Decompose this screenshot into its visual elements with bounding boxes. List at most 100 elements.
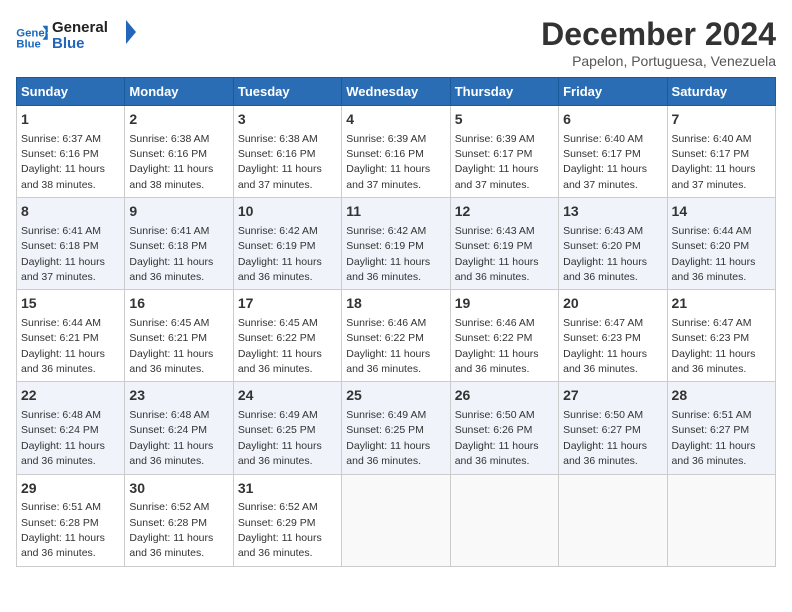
day-info: Sunrise: 6:37 AMSunset: 6:16 PMDaylight:… [21, 133, 105, 191]
day-number: 29 [21, 479, 120, 499]
day-info: Sunrise: 6:38 AMSunset: 6:16 PMDaylight:… [238, 133, 322, 191]
day-info: Sunrise: 6:46 AMSunset: 6:22 PMDaylight:… [455, 317, 539, 375]
day-info: Sunrise: 6:42 AMSunset: 6:19 PMDaylight:… [238, 225, 322, 283]
header-sunday: Sunday [17, 78, 125, 106]
day-info: Sunrise: 6:49 AMSunset: 6:25 PMDaylight:… [238, 409, 322, 467]
day-info: Sunrise: 6:41 AMSunset: 6:18 PMDaylight:… [21, 225, 105, 283]
calendar-cell [342, 474, 450, 566]
calendar-cell: 28Sunrise: 6:51 AMSunset: 6:27 PMDayligh… [667, 382, 775, 474]
svg-text:Blue: Blue [52, 35, 85, 52]
day-info: Sunrise: 6:52 AMSunset: 6:29 PMDaylight:… [238, 501, 322, 559]
calendar-cell: 14 Sunrise: 6:44 AMSunset: 6:20 PMDayligh… [667, 198, 775, 290]
calendar-cell: 12 Sunrise: 6:43 AMSunset: 6:19 PMDayligh… [450, 198, 558, 290]
calendar-cell: 2 Sunrise: 6:38 AMSunset: 6:16 PMDaylight… [125, 106, 233, 198]
day-info: Sunrise: 6:50 AMSunset: 6:27 PMDaylight:… [563, 409, 647, 467]
day-number: 10 [238, 202, 337, 222]
day-number: 24 [238, 386, 337, 406]
calendar-cell: 26 Sunrise: 6:50 AMSunset: 6:26 PMDayligh… [450, 382, 558, 474]
day-info: Sunrise: 6:51 AMSunset: 6:28 PMDaylight:… [21, 501, 105, 559]
calendar-cell: 11 Sunrise: 6:42 AMSunset: 6:19 PMDayligh… [342, 198, 450, 290]
day-info: Sunrise: 6:52 AMSunset: 6:28 PMDaylight:… [129, 501, 213, 559]
logo-icon: General Blue [16, 24, 48, 52]
svg-text:General: General [16, 27, 48, 39]
day-info: Sunrise: 6:45 AMSunset: 6:22 PMDaylight:… [238, 317, 322, 375]
day-number: 17 [238, 294, 337, 314]
logo: General Blue General Blue [16, 16, 142, 59]
day-info: Sunrise: 6:43 AMSunset: 6:20 PMDaylight:… [563, 225, 647, 283]
day-info: Sunrise: 6:39 AMSunset: 6:16 PMDaylight:… [346, 133, 430, 191]
day-info: Sunrise: 6:48 AMSunset: 6:24 PMDaylight:… [21, 409, 105, 467]
day-info: Sunrise: 6:50 AMSunset: 6:26 PMDaylight:… [455, 409, 539, 467]
day-number: 3 [238, 110, 337, 130]
day-number: 31 [238, 479, 337, 499]
week-row-5: 29Sunrise: 6:51 AMSunset: 6:28 PMDayligh… [17, 474, 776, 566]
calendar-cell: 23 Sunrise: 6:48 AMSunset: 6:24 PMDayligh… [125, 382, 233, 474]
day-info: Sunrise: 6:46 AMSunset: 6:22 PMDaylight:… [346, 317, 430, 375]
day-number: 19 [455, 294, 554, 314]
calendar-cell: 3 Sunrise: 6:38 AMSunset: 6:16 PMDaylight… [233, 106, 341, 198]
calendar-cell: 21Sunrise: 6:47 AMSunset: 6:23 PMDayligh… [667, 290, 775, 382]
calendar-cell: 18Sunrise: 6:46 AMSunset: 6:22 PMDayligh… [342, 290, 450, 382]
calendar-cell [559, 474, 667, 566]
day-info: Sunrise: 6:40 AMSunset: 6:17 PMDaylight:… [672, 133, 756, 191]
day-number: 20 [563, 294, 662, 314]
day-number: 2 [129, 110, 228, 130]
day-number: 26 [455, 386, 554, 406]
calendar-cell [450, 474, 558, 566]
calendar-cell: 27Sunrise: 6:50 AMSunset: 6:27 PMDayligh… [559, 382, 667, 474]
day-info: Sunrise: 6:44 AMSunset: 6:20 PMDaylight:… [672, 225, 756, 283]
header-thursday: Thursday [450, 78, 558, 106]
day-info: Sunrise: 6:48 AMSunset: 6:24 PMDaylight:… [129, 409, 213, 467]
day-number: 5 [455, 110, 554, 130]
calendar-cell: 25 Sunrise: 6:49 AMSunset: 6:25 PMDayligh… [342, 382, 450, 474]
week-row-2: 8 Sunrise: 6:41 AMSunset: 6:18 PMDaylight… [17, 198, 776, 290]
day-info: Sunrise: 6:49 AMSunset: 6:25 PMDaylight:… [346, 409, 430, 467]
header-friday: Friday [559, 78, 667, 106]
day-number: 25 [346, 386, 445, 406]
day-number: 6 [563, 110, 662, 130]
svg-text:Blue: Blue [16, 38, 41, 50]
day-info: Sunrise: 6:38 AMSunset: 6:16 PMDaylight:… [129, 133, 213, 191]
day-number: 30 [129, 479, 228, 499]
day-info: Sunrise: 6:45 AMSunset: 6:21 PMDaylight:… [129, 317, 213, 375]
day-number: 8 [21, 202, 120, 222]
day-number: 16 [129, 294, 228, 314]
calendar-cell: 13 Sunrise: 6:43 AMSunset: 6:20 PMDayligh… [559, 198, 667, 290]
day-info: Sunrise: 6:43 AMSunset: 6:19 PMDaylight:… [455, 225, 539, 283]
logo-svg: General Blue [52, 16, 142, 54]
calendar-cell: 16 Sunrise: 6:45 AMSunset: 6:21 PMDayligh… [125, 290, 233, 382]
day-info: Sunrise: 6:40 AMSunset: 6:17 PMDaylight:… [563, 133, 647, 191]
header-tuesday: Tuesday [233, 78, 341, 106]
location: Papelon, Portuguesa, Venezuela [541, 53, 776, 69]
day-number: 9 [129, 202, 228, 222]
calendar-body: 1 Sunrise: 6:37 AMSunset: 6:16 PMDaylight… [17, 106, 776, 567]
calendar-cell: 29Sunrise: 6:51 AMSunset: 6:28 PMDayligh… [17, 474, 125, 566]
day-number: 21 [672, 294, 771, 314]
calendar-cell: 15Sunrise: 6:44 AMSunset: 6:21 PMDayligh… [17, 290, 125, 382]
day-number: 23 [129, 386, 228, 406]
header-monday: Monday [125, 78, 233, 106]
day-number: 11 [346, 202, 445, 222]
calendar-cell: 30Sunrise: 6:52 AMSunset: 6:28 PMDayligh… [125, 474, 233, 566]
title-block: December 2024 Papelon, Portuguesa, Venez… [541, 16, 776, 69]
calendar-cell: 1 Sunrise: 6:37 AMSunset: 6:16 PMDaylight… [17, 106, 125, 198]
day-number: 7 [672, 110, 771, 130]
calendar-header-row: SundayMondayTuesdayWednesdayThursdayFrid… [17, 78, 776, 106]
calendar-cell: 24 Sunrise: 6:49 AMSunset: 6:25 PMDayligh… [233, 382, 341, 474]
calendar-cell: 9Sunrise: 6:41 AMSunset: 6:18 PMDaylight… [125, 198, 233, 290]
calendar-cell: 22 Sunrise: 6:48 AMSunset: 6:24 PMDayligh… [17, 382, 125, 474]
day-number: 14 [672, 202, 771, 222]
day-info: Sunrise: 6:44 AMSunset: 6:21 PMDaylight:… [21, 317, 105, 375]
week-row-4: 22 Sunrise: 6:48 AMSunset: 6:24 PMDayligh… [17, 382, 776, 474]
calendar-cell: 17 Sunrise: 6:45 AMSunset: 6:22 PMDayligh… [233, 290, 341, 382]
day-number: 22 [21, 386, 120, 406]
day-number: 1 [21, 110, 120, 130]
month-title: December 2024 [541, 16, 776, 53]
day-info: Sunrise: 6:42 AMSunset: 6:19 PMDaylight:… [346, 225, 430, 283]
calendar-cell: 8 Sunrise: 6:41 AMSunset: 6:18 PMDaylight… [17, 198, 125, 290]
calendar-table: SundayMondayTuesdayWednesdayThursdayFrid… [16, 77, 776, 567]
day-number: 13 [563, 202, 662, 222]
calendar-cell: 5Sunrise: 6:39 AMSunset: 6:17 PMDaylight… [450, 106, 558, 198]
calendar-cell [667, 474, 775, 566]
day-number: 12 [455, 202, 554, 222]
